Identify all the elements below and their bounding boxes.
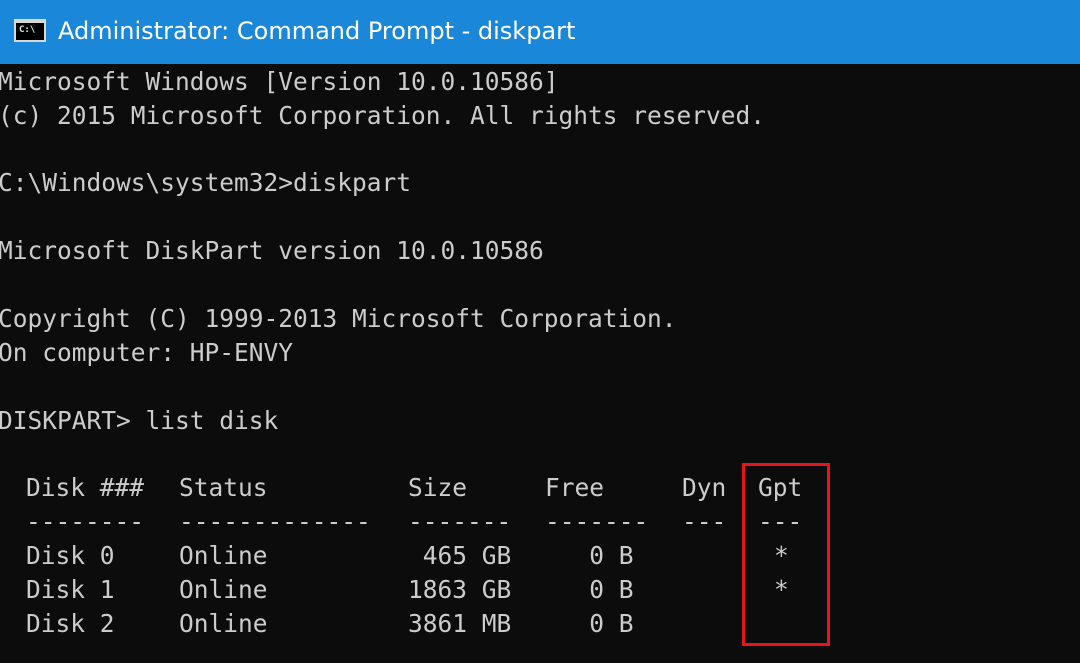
header-disk: Disk ### xyxy=(26,473,145,502)
header-size: Size xyxy=(408,473,468,502)
disk-name: Disk 2 xyxy=(26,609,115,638)
gpt-column-highlight-box xyxy=(742,463,830,646)
title-bar[interactable]: C:\ Administrator: Command Prompt - disk… xyxy=(0,0,1080,64)
disk-status: Online xyxy=(179,541,268,570)
disk-size: 1863 GB xyxy=(408,575,512,604)
disk-size: 465 GB xyxy=(408,541,512,570)
disk-size: 3861 MB xyxy=(408,609,512,638)
console-prompt-line: DISKPART> list disk xyxy=(0,406,279,435)
command-prompt-window: C:\ Administrator: Command Prompt - disk… xyxy=(0,0,1080,663)
separator-disk: -------- xyxy=(26,507,145,536)
disk-free: 0 B xyxy=(545,575,634,604)
table-header-row: Disk ### Status Size Free Dyn Gpt xyxy=(0,471,802,505)
disk-free: 0 B xyxy=(545,609,634,638)
console-line: Microsoft DiskPart version 10.0.10586 xyxy=(0,236,544,265)
disk-status: Online xyxy=(179,609,268,638)
console-line: Microsoft Windows [Version 10.0.10586] xyxy=(0,67,559,96)
separator-free: ------- xyxy=(545,507,649,536)
console-line: C:\Windows\system32>diskpart xyxy=(0,168,412,197)
console-output[interactable]: Microsoft Windows [Version 10.0.10586] (… xyxy=(0,64,1080,663)
disk-name: Disk 1 xyxy=(26,575,115,604)
header-dyn: Dyn xyxy=(682,473,727,502)
separator-size: ------- xyxy=(408,507,512,536)
disk-name: Disk 0 xyxy=(26,541,115,570)
disk-free: 0 B xyxy=(545,541,634,570)
separator-dyn: --- xyxy=(682,507,727,536)
window-title: Administrator: Command Prompt - diskpart xyxy=(58,17,576,45)
table-row: Disk 0 Online 465 GB 0 B * xyxy=(0,539,789,573)
table-row: Disk 2 Online 3861 MB 0 B xyxy=(0,607,634,641)
console-line: (c) 2015 Microsoft Corporation. All righ… xyxy=(0,101,766,130)
header-status: Status xyxy=(179,473,268,502)
table-row: Disk 1 Online 1863 GB 0 B * xyxy=(0,573,789,607)
separator-status: ------------- xyxy=(179,507,371,536)
header-free: Free xyxy=(545,473,605,502)
console-icon[interactable]: C:\ xyxy=(14,19,46,42)
table-separator-row: -------- ------------- ------- ------- -… xyxy=(0,505,802,539)
console-line: On computer: HP-ENVY xyxy=(0,338,294,367)
console-line: Copyright (C) 1999-2013 Microsoft Corpor… xyxy=(0,304,677,333)
disk-status: Online xyxy=(179,575,268,604)
